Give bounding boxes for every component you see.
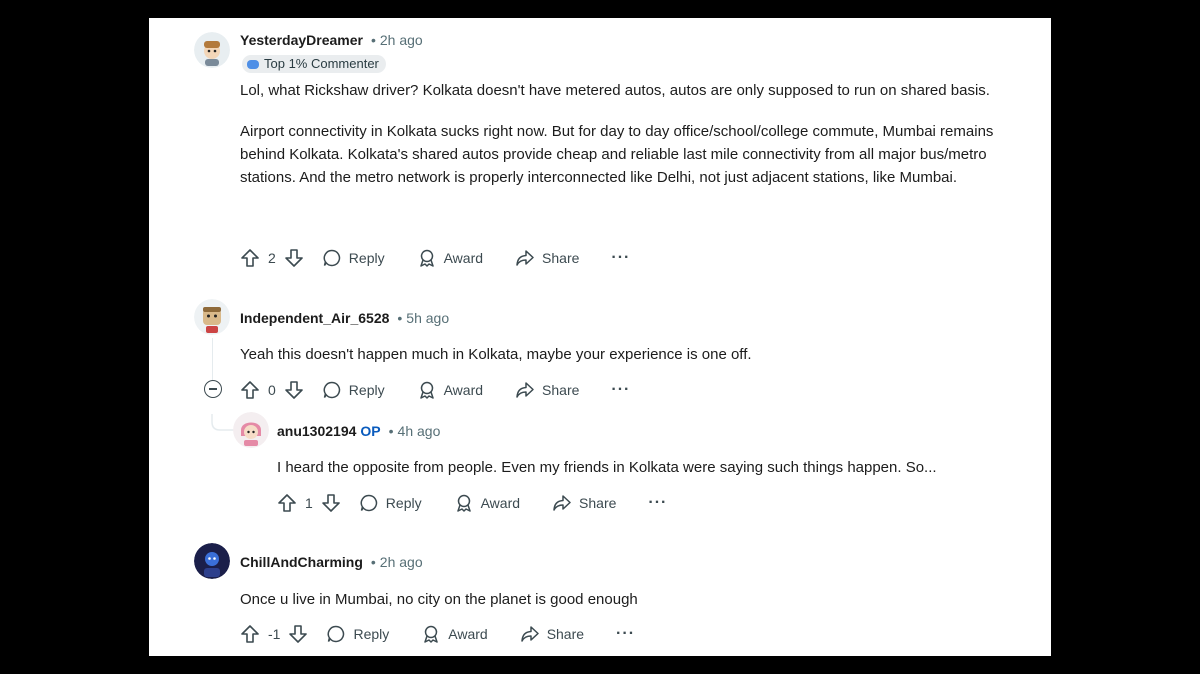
reply-icon [323,249,340,267]
separator: • [388,423,394,439]
thread-line[interactable] [212,338,213,380]
award-label: Award [443,250,484,266]
top-commenter-badge: Top 1% Commenter [242,55,386,73]
share-label: Share [542,382,580,398]
comment-paragraph: Lol, what Rickshaw driver? Kolkata doesn… [240,82,990,99]
upvote-icon[interactable] [240,248,260,268]
comment-paragraph: Once u live in Mumbai, no city on the pl… [240,591,638,608]
reply-button[interactable]: Reply [322,248,385,268]
share-button[interactable]: Share [515,248,579,268]
comment-body: Yeah this doesn't happen much in Kolkata… [240,343,1030,366]
timestamp[interactable]: 5h ago [406,310,449,326]
vote-count: 2 [268,250,276,266]
vote-group: 2 [240,248,304,268]
vote-count: 1 [305,495,313,511]
comment-paragraph: Airport connectivity in Kolkata sucks ri… [240,123,994,186]
share-icon [516,382,534,398]
downvote-icon[interactable] [288,624,308,644]
comment-actions: 0 Reply Award Share ··· [240,375,630,405]
vote-count: 0 [268,382,276,398]
award-label: Award [448,626,488,642]
comment-header: anu1302194 OP • 4h ago [277,422,440,440]
author-name[interactable]: YesterdayDreamer [240,32,363,48]
avatar[interactable] [194,32,230,68]
separator: • [370,32,376,48]
reply-label: Reply [348,250,385,266]
author-name[interactable]: anu1302194 [277,423,356,439]
badge-label: Top 1% Commenter [264,56,379,71]
separator: • [370,554,376,570]
award-icon [424,625,438,643]
award-label: Award [480,495,521,511]
reply-label: Reply [348,382,385,398]
badge-icon [247,60,259,69]
timestamp[interactable]: 2h ago [380,554,423,570]
award-label: Award [443,382,484,398]
comment-body: I heard the opposite from people. Even m… [277,456,1051,479]
avatar[interactable] [194,299,230,335]
op-badge: OP [360,423,381,439]
award-button[interactable]: Award [417,248,483,268]
award-button[interactable]: Award [421,624,488,644]
comment-paragraph: Yeah this doesn't happen much in Kolkata… [240,346,752,363]
author-name[interactable]: Independent_Air_6528 [240,310,389,326]
timestamp[interactable]: 4h ago [398,423,441,439]
reply-button[interactable]: Reply [359,493,422,513]
avatar[interactable] [194,543,230,579]
share-button[interactable]: Share [515,380,579,400]
share-icon [520,626,539,642]
comment-header: YesterdayDreamer • 2h ago [240,31,423,49]
reply-icon [323,381,340,399]
upvote-icon[interactable] [240,624,260,644]
reply-icon [328,625,345,643]
avatar[interactable] [233,412,269,448]
share-label: Share [579,495,617,511]
share-label: Share [546,626,585,642]
vote-group: -1 [240,624,308,644]
reply-label: Reply [353,626,390,642]
more-options-button[interactable]: ··· [611,249,630,267]
comment-body: Lol, what Rickshaw driver? Kolkata doesn… [240,79,1030,189]
more-options-button[interactable]: ··· [616,625,635,643]
reply-label: Reply [385,495,422,511]
more-options-button[interactable]: ··· [611,381,630,399]
share-icon [553,495,571,511]
downvote-icon[interactable] [284,248,304,268]
collapse-thread-button[interactable] [204,380,222,398]
comment-actions: 1 Reply Award Share ··· [277,488,667,518]
award-button[interactable]: Award [417,380,483,400]
reply-button[interactable]: Reply [322,380,385,400]
vote-group: 1 [277,493,341,513]
minus-icon [209,388,217,390]
share-button[interactable]: Share [520,624,584,644]
comment-body: Once u live in Mumbai, no city on the pl… [240,588,1030,611]
award-icon [419,381,434,399]
comment-header: Independent_Air_6528 • 5h ago [240,309,449,327]
downvote-icon[interactable] [321,493,341,513]
reply-icon [360,494,377,512]
vote-group: 0 [240,380,304,400]
award-button[interactable]: Award [454,493,520,513]
comments-panel: YesterdayDreamer • 2h ago Top 1% Commenter… [149,18,1051,656]
author-name[interactable]: ChillAndCharming [240,554,363,570]
reply-button[interactable]: Reply [326,624,389,644]
upvote-icon[interactable] [240,380,260,400]
award-icon [456,494,471,512]
share-button[interactable]: Share [552,493,616,513]
separator: • [397,310,403,326]
timestamp[interactable]: 2h ago [380,32,423,48]
vote-count: -1 [268,626,281,642]
award-icon [419,249,434,267]
upvote-icon[interactable] [277,493,297,513]
share-label: Share [542,250,580,266]
comment-header: ChillAndCharming • 2h ago [240,553,423,571]
more-options-button[interactable]: ··· [648,494,667,512]
downvote-icon[interactable] [284,380,304,400]
comment-paragraph: I heard the opposite from people. Even m… [277,459,937,476]
comment-actions: 2 Reply Award Share ··· [240,243,630,273]
comment-actions: -1 Reply Award Share ··· [240,619,635,649]
share-icon [516,250,534,266]
